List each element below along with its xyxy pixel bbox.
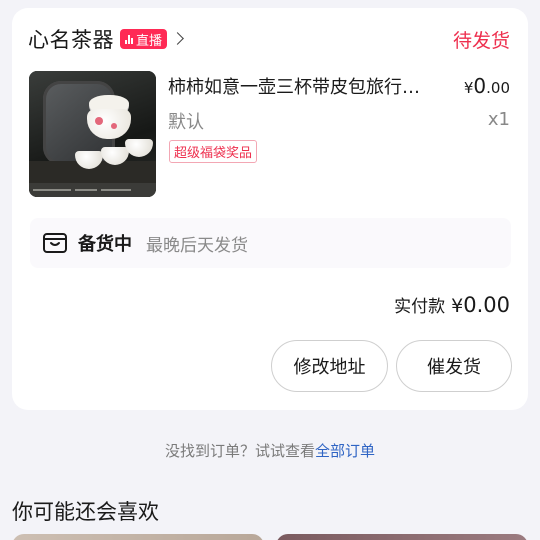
all-orders-link[interactable]: 全部订单 [315,442,375,460]
package-icon [42,231,68,255]
live-badge: 直播 [120,29,168,49]
recommend-card[interactable] [276,534,528,540]
product-price: ¥0.00 [464,74,510,98]
promo-tag: 超级福袋奖品 [169,140,258,163]
modify-address-button[interactable]: 修改地址 [271,340,388,392]
paid-value: 0.00 [463,293,510,317]
live-icon [125,34,133,44]
product-quantity: x1 [487,109,510,130]
not-found-text: 没找到订单？试试查看 [164,442,315,460]
product-title[interactable]: 柿柿如意一壶三杯带皮包旅行茶具 [168,73,433,99]
paid-amount: ¥0.00 [451,293,510,317]
product-variant: 默认 [168,112,204,133]
order-card[interactable]: 心名茶器 直播 待发货 柿柿如意一壶三杯带皮包旅行茶具 ¥0.00 默认 x1 … [12,8,528,410]
price-currency: ¥ [463,79,474,97]
shipping-description: 最晚后天发货 [146,235,248,256]
shop-header[interactable]: 心名茶器 直播 [28,24,185,54]
shipping-status-bar[interactable]: 备货中 最晚后天发货 [30,218,511,268]
chevron-right-icon[interactable] [171,32,185,46]
recommend-title: 你可能还会喜欢 [12,500,159,524]
paid-label: 实付款 [394,297,446,317]
paid-amount-row: 实付款 ¥0.00 [394,292,510,317]
recommend-card[interactable] [12,534,264,540]
price-decimal: .00 [486,79,510,97]
product-image[interactable] [29,71,156,197]
shipping-status: 备货中 [78,234,132,255]
not-found-hint: 没找到订单？试试查看全部订单 [0,440,540,461]
shop-name[interactable]: 心名茶器 [28,24,114,54]
live-badge-label: 直播 [136,33,163,49]
order-status: 待发货 [452,30,510,52]
price-integer: 0 [473,74,487,98]
urge-shipping-button[interactable]: 催发货 [396,340,512,392]
paid-currency: ¥ [451,295,464,317]
